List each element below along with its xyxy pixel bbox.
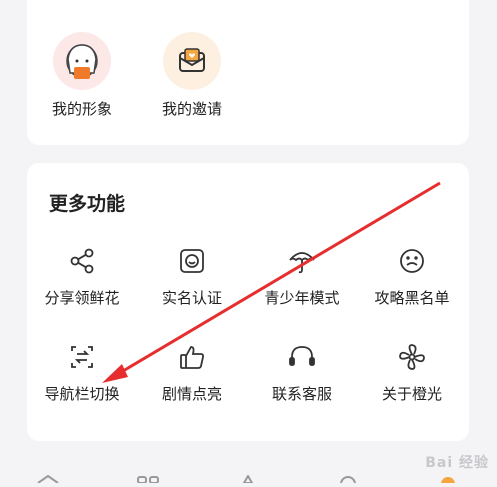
real-name-label: 实名认证 bbox=[161, 289, 222, 307]
bottom-tab-bar bbox=[0, 456, 497, 487]
teen-mode-label: 青少年模式 bbox=[264, 289, 340, 307]
strategy-blacklist-label: 攻略黑名单 bbox=[374, 289, 450, 307]
my-invite-label: 我的邀请 bbox=[161, 100, 222, 118]
my-avatar-item[interactable]: 我的形象 bbox=[27, 32, 137, 119]
tab-category-icon[interactable] bbox=[136, 468, 160, 484]
baidu-watermark: Bai 经验 bbox=[425, 455, 489, 471]
share-icon bbox=[66, 245, 98, 277]
id-face-icon bbox=[176, 245, 208, 277]
story-light-label: 剧情点亮 bbox=[161, 385, 222, 403]
section-title: 更多功能 bbox=[49, 193, 126, 215]
tab-message-icon[interactable] bbox=[336, 468, 360, 487]
my-invite-item[interactable]: 我的邀请 bbox=[137, 32, 247, 119]
strategy-blacklist-item[interactable]: 攻略黑名单 bbox=[357, 245, 467, 308]
profile-card: 我的形象 我的邀请 bbox=[27, 0, 469, 145]
thumbs-up-icon bbox=[176, 341, 208, 373]
nav-switch-item[interactable]: 导航栏切换 bbox=[27, 341, 137, 404]
customer-service-label: 联系客服 bbox=[271, 385, 332, 403]
nav-switch-label: 导航栏切换 bbox=[44, 385, 120, 403]
teen-mode-item[interactable]: 青少年模式 bbox=[247, 245, 357, 308]
share-flowers-label: 分享领鲜花 bbox=[44, 289, 120, 307]
story-light-item[interactable]: 剧情点亮 bbox=[137, 341, 247, 404]
nav-switch-icon bbox=[66, 341, 98, 373]
real-name-item[interactable]: 实名认证 bbox=[137, 245, 247, 308]
share-flowers-item[interactable]: 分享领鲜花 bbox=[27, 245, 137, 308]
blacklist-face-icon bbox=[396, 245, 428, 277]
fan-icon bbox=[396, 341, 428, 373]
more-features-card: 更多功能 分享领鲜花 实名认证 青少年模式 攻略黑名单 导航栏切换 剧情点亮 联… bbox=[27, 163, 469, 441]
avatar-girl-icon bbox=[53, 32, 111, 90]
customer-service-item[interactable]: 联系客服 bbox=[247, 341, 357, 404]
tab-discover-icon[interactable] bbox=[236, 468, 260, 484]
about-orange-light-item[interactable]: 关于橙光 bbox=[357, 341, 467, 404]
umbrella-icon bbox=[286, 245, 318, 277]
headset-icon bbox=[286, 341, 318, 373]
tab-home-icon[interactable] bbox=[36, 468, 60, 484]
my-avatar-label: 我的形象 bbox=[51, 100, 112, 118]
envelope-heart-icon bbox=[163, 32, 221, 90]
about-orange-light-label: 关于橙光 bbox=[381, 385, 442, 403]
